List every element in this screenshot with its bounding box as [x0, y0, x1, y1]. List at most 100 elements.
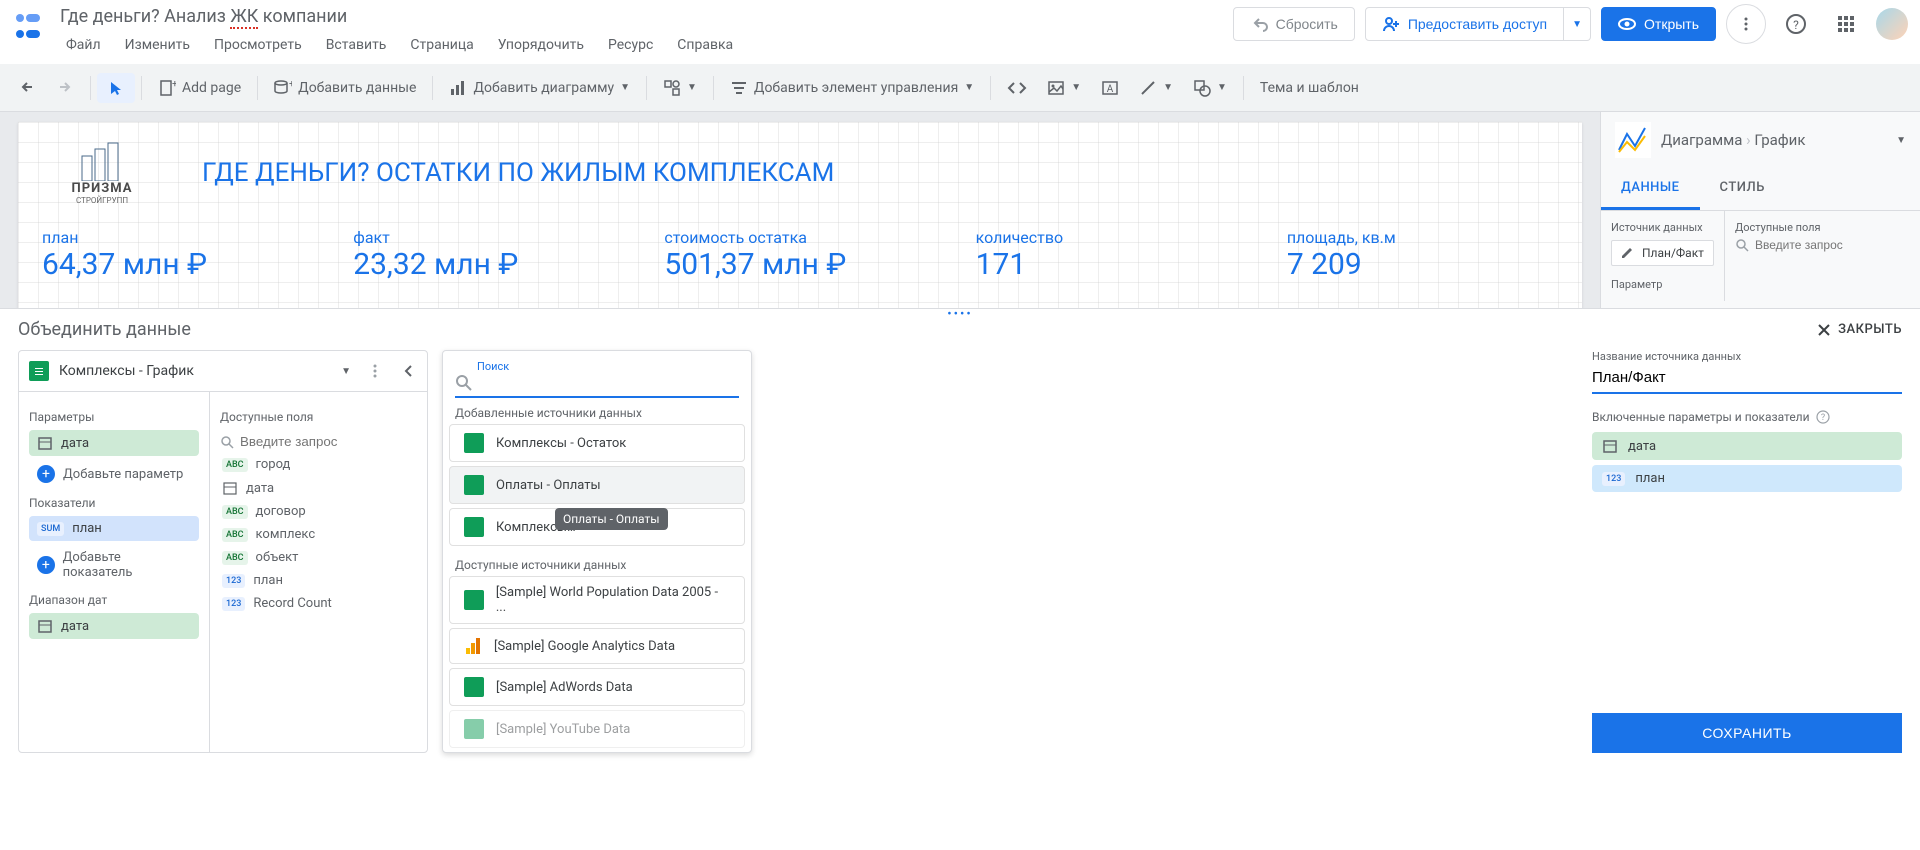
apps-button[interactable]	[1826, 4, 1866, 44]
kpi-remainder-cost: стоимость остатка501,37 млн ₽	[664, 228, 935, 282]
menu-page[interactable]: Страница	[400, 33, 483, 57]
share-dropdown-button[interactable]: ▼	[1564, 7, 1591, 41]
param-field-date[interactable]: дата	[29, 430, 199, 456]
user-avatar[interactable]	[1876, 8, 1908, 40]
undo-icon	[18, 79, 36, 97]
document-title[interactable]: Где деньги? Анализ ЖК компании	[56, 4, 743, 29]
plus-icon: +	[37, 465, 55, 483]
svg-text:+: +	[289, 79, 292, 90]
svg-text:A: A	[1107, 84, 1114, 95]
add-parameter-button[interactable]: + Добавьте параметр	[29, 460, 199, 488]
undo-button[interactable]	[8, 73, 46, 103]
calendar-icon	[37, 618, 53, 634]
chevron-down-icon[interactable]: ▼	[341, 366, 351, 377]
included-field-plan[interactable]: 123 план	[1592, 465, 1902, 492]
more-options-button[interactable]	[1726, 4, 1766, 44]
shape-button[interactable]: ▼	[1183, 73, 1237, 103]
image-button[interactable]: ▼	[1037, 73, 1091, 103]
panel-breadcrumb: Диаграмма › График	[1661, 131, 1805, 149]
source-item[interactable]: Оплаты - Оплаты	[449, 466, 745, 504]
close-icon	[1816, 322, 1832, 338]
metric-field-plan[interactable]: SUM план	[29, 516, 199, 541]
properties-panel: Диаграмма › График ▼ ДАННЫЕ СТИЛЬ Источн…	[1600, 112, 1920, 308]
help-icon[interactable]: ?	[1816, 410, 1830, 424]
close-button[interactable]: ЗАКРЫТЬ	[1816, 322, 1902, 338]
share-button[interactable]: Предоставить доступ	[1365, 7, 1564, 41]
menu-help[interactable]: Справка	[667, 33, 743, 57]
pencil-icon	[1620, 246, 1634, 260]
more-vert-icon[interactable]	[367, 363, 383, 379]
field-record-count[interactable]: 123Record Count	[220, 592, 417, 615]
field-search-input[interactable]	[240, 434, 417, 449]
eye-icon	[1618, 15, 1636, 33]
menu-arrange[interactable]: Упорядочить	[488, 33, 594, 57]
svg-text:?: ?	[1793, 18, 1799, 32]
field-search-input[interactable]	[1755, 238, 1910, 252]
source-item[interactable]: [Sample] World Population Data 2005 - ..…	[449, 576, 745, 624]
source-item[interactable]: [Sample] YouTube Data	[449, 710, 745, 748]
datasource-search-input[interactable]	[481, 375, 739, 391]
menu-view[interactable]: Просмотреть	[204, 33, 312, 57]
available-sources-label: Доступные источники данных	[443, 550, 751, 576]
sheets-icon	[464, 677, 484, 697]
chevron-down-icon[interactable]: ▼	[1896, 135, 1906, 146]
daterange-field-date[interactable]: дата	[29, 613, 199, 639]
included-fields-label: Включенные параметры и показатели ?	[1592, 410, 1902, 424]
field-object[interactable]: ABCобъект	[220, 546, 417, 569]
select-tool[interactable]	[97, 73, 135, 103]
tab-style[interactable]: СТИЛЬ	[1700, 168, 1785, 210]
community-viz-button[interactable]: ▼	[653, 73, 707, 103]
embed-button[interactable]	[997, 73, 1037, 103]
reset-button[interactable]: Сбросить	[1233, 7, 1355, 41]
theme-button[interactable]: Тема и шаблон	[1250, 74, 1369, 102]
field-contract[interactable]: ABCдоговор	[220, 500, 417, 523]
field-complex[interactable]: ABCкомплекс	[220, 523, 417, 546]
canvas[interactable]: ПРИЗМА СТРОЙГРУПП ГДЕ ДЕНЬГИ? ОСТАТКИ ПО…	[0, 112, 1600, 308]
plus-icon: +	[37, 556, 55, 574]
params-section-label: Параметры	[29, 410, 199, 424]
search-label: Поиск	[475, 360, 511, 373]
field-date[interactable]: дата	[220, 476, 417, 500]
add-control-button[interactable]: Добавить элемент управления ▼	[720, 73, 984, 103]
redo-button[interactable]	[46, 73, 84, 103]
menu-edit[interactable]: Изменить	[115, 33, 200, 57]
available-fields-label: Доступные поля	[1735, 221, 1910, 234]
field-plan[interactable]: 123план	[220, 569, 417, 592]
analytics-icon	[464, 637, 482, 655]
menubar: Файл Изменить Просмотреть Вставить Стран…	[56, 33, 743, 57]
field-city[interactable]: ABCгород	[220, 453, 417, 476]
sheets-icon	[464, 517, 484, 537]
sheets-icon	[464, 719, 484, 739]
datasource-name-input[interactable]	[1592, 363, 1902, 394]
save-button[interactable]: СОХРАНИТЬ	[1592, 713, 1902, 753]
source-item[interactable]: [Sample] Google Analytics Data	[449, 628, 745, 664]
open-button[interactable]: Открыть	[1601, 7, 1716, 41]
datasource-name[interactable]: Комплексы - График	[59, 363, 331, 379]
calendar-icon	[1602, 438, 1618, 454]
line-icon	[1139, 79, 1157, 97]
datasource-name-label: Название источника данных	[1592, 350, 1902, 363]
metrics-section-label: Показатели	[29, 496, 199, 510]
shape-icon	[1193, 79, 1211, 97]
included-field-date[interactable]: дата	[1592, 432, 1902, 460]
menu-insert[interactable]: Вставить	[316, 33, 397, 57]
add-metric-button[interactable]: + Добавьте показатель	[29, 545, 199, 585]
source-item[interactable]: [Sample] AdWords Data	[449, 668, 745, 706]
help-button[interactable]: ?	[1776, 4, 1816, 44]
chevron-down-icon: ▼	[964, 82, 974, 93]
report-page: ПРИЗМА СТРОЙГРУПП ГДЕ ДЕНЬГИ? ОСТАТКИ ПО…	[18, 122, 1582, 312]
menu-file[interactable]: Файл	[56, 33, 111, 57]
resize-handle[interactable]: ••••	[947, 307, 973, 322]
daterange-section-label: Диапазон дат	[29, 593, 199, 607]
add-data-button[interactable]: + Добавить данные	[264, 73, 426, 103]
chevron-left-icon[interactable]	[401, 363, 417, 379]
add-chart-button[interactable]: Добавить диаграмму ▼	[439, 73, 640, 103]
menu-resource[interactable]: Ресурс	[598, 33, 663, 57]
line-button[interactable]: ▼	[1129, 73, 1183, 103]
source-item[interactable]: Комплексы - Остаток	[449, 424, 745, 462]
text-button[interactable]: A	[1091, 73, 1129, 103]
app-header: Где деньги? Анализ ЖК компании Файл Изме…	[0, 0, 1920, 64]
add-page-button[interactable]: + Add page	[148, 73, 251, 103]
tab-data[interactable]: ДАННЫЕ	[1601, 168, 1700, 210]
datasource-chip[interactable]: План/Факт	[1611, 240, 1714, 266]
